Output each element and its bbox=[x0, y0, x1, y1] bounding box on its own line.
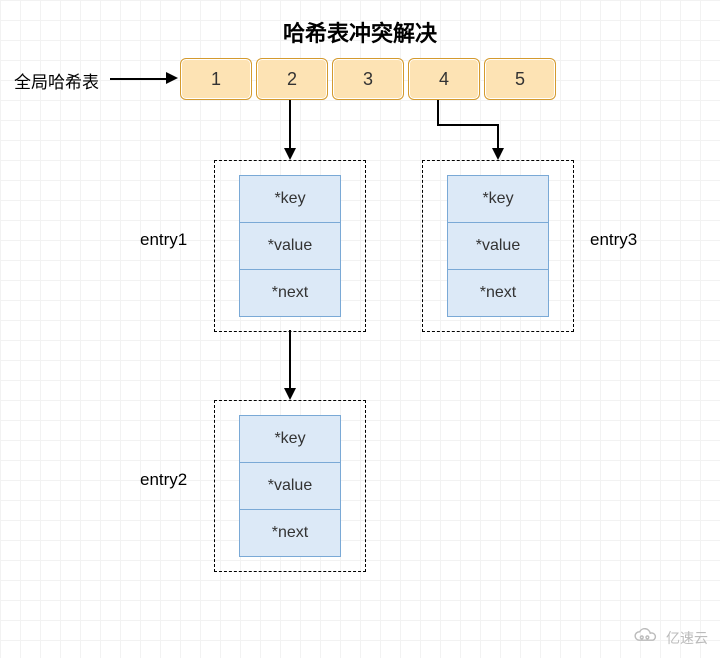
arrow-entry1-entry2-head bbox=[284, 388, 296, 400]
entry3-box: *key *value *next bbox=[422, 160, 574, 332]
entry3-key: *key bbox=[447, 175, 549, 223]
arrow-bucket4-v2 bbox=[497, 124, 499, 150]
arrow-label-to-table-head bbox=[166, 72, 178, 84]
bucket-1: 1 bbox=[180, 58, 252, 100]
entry2-next: *next bbox=[239, 510, 341, 557]
entry1-box: *key *value *next bbox=[214, 160, 366, 332]
bucket-4: 4 bbox=[408, 58, 480, 100]
global-hash-label: 全局哈希表 bbox=[14, 68, 99, 93]
diagram-title: 哈希表冲突解决 bbox=[0, 16, 720, 48]
hash-table: 1 2 3 4 5 bbox=[180, 58, 560, 100]
arrow-bucket4-h bbox=[437, 124, 499, 126]
watermark-text: 亿速云 bbox=[666, 628, 708, 648]
entry1-value: *value bbox=[239, 223, 341, 270]
entry2-box: *key *value *next bbox=[214, 400, 366, 572]
entry2-value: *value bbox=[239, 463, 341, 510]
bucket-3: 3 bbox=[332, 58, 404, 100]
arrow-bucket2-entry1-head bbox=[284, 148, 296, 160]
entry2-label: entry2 bbox=[140, 470, 187, 490]
entry3-value: *value bbox=[447, 223, 549, 270]
arrow-bucket4-v bbox=[437, 100, 439, 124]
entry1-next: *next bbox=[239, 270, 341, 317]
entry2-key: *key bbox=[239, 415, 341, 463]
watermark: 亿速云 bbox=[632, 627, 708, 648]
arrow-label-to-table bbox=[110, 78, 168, 80]
entry1-key: *key bbox=[239, 175, 341, 223]
arrow-entry1-entry2 bbox=[289, 330, 291, 390]
bucket-5: 5 bbox=[484, 58, 556, 100]
arrow-bucket4-entry3-head bbox=[492, 148, 504, 160]
entry3-label: entry3 bbox=[590, 230, 637, 250]
entry3-next: *next bbox=[447, 270, 549, 317]
bucket-2: 2 bbox=[256, 58, 328, 100]
arrow-bucket2-entry1 bbox=[289, 100, 291, 150]
cloud-icon bbox=[632, 627, 660, 648]
entry1-label: entry1 bbox=[140, 230, 187, 250]
